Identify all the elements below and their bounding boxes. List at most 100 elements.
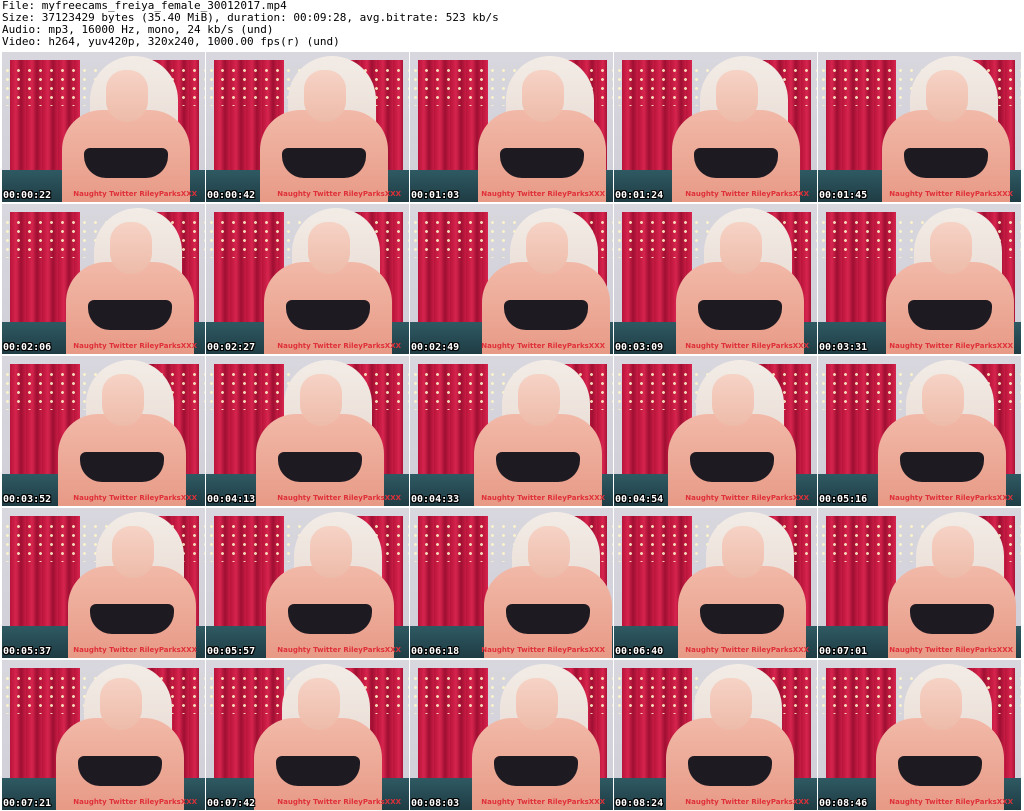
thumbnail-timestamp: 00:01:45 xyxy=(819,190,868,201)
person-figure xyxy=(2,660,199,810)
face xyxy=(516,678,558,730)
watermark-text: Naughty Twitter RileyParksXXX xyxy=(277,646,401,654)
video-thumbnail[interactable]: Naughty Twitter RileyParksXXX 00:06:18 xyxy=(410,508,613,658)
face xyxy=(528,526,570,578)
watermark-text: Naughty Twitter RileyParksXXX xyxy=(685,646,809,654)
person-figure xyxy=(2,356,201,506)
video-info-line: Video: h264, yuv420p, 320x240, 1000.00 f… xyxy=(2,35,340,48)
video-thumbnail[interactable]: Naughty Twitter RileyParksXXX 00:00:42 xyxy=(206,52,409,202)
thumbnail-timestamp: 00:01:03 xyxy=(411,190,460,201)
person-figure xyxy=(614,660,809,810)
face xyxy=(930,222,972,274)
face xyxy=(100,678,142,730)
video-thumbnail[interactable]: Naughty Twitter RileyParksXXX 00:04:33 xyxy=(410,356,613,506)
face xyxy=(522,70,564,122)
video-thumbnail[interactable]: Naughty Twitter RileyParksXXX 00:08:03 xyxy=(410,660,613,810)
video-thumbnail[interactable]: Naughty Twitter RileyParksXXX 00:08:24 xyxy=(614,660,817,810)
watermark-text: Naughty Twitter RileyParksXXX xyxy=(481,342,605,350)
person-figure xyxy=(828,508,1021,658)
watermark-text: Naughty Twitter RileyParksXXX xyxy=(889,798,1013,806)
thumbnail-timestamp: 00:01:24 xyxy=(615,190,664,201)
thumbnail-timestamp: 00:08:24 xyxy=(615,798,664,809)
video-thumbnail[interactable]: Naughty Twitter RileyParksXXX 00:02:27 xyxy=(206,204,409,354)
person-figure xyxy=(418,52,613,202)
watermark-text: Naughty Twitter RileyParksXXX xyxy=(73,342,197,350)
clothing xyxy=(494,756,578,786)
face xyxy=(308,222,350,274)
clothing xyxy=(90,604,174,634)
person-figure xyxy=(206,52,403,202)
watermark-text: Naughty Twitter RileyParksXXX xyxy=(73,646,197,654)
clothing xyxy=(690,452,774,482)
video-thumbnail[interactable]: Naughty Twitter RileyParksXXX 00:05:57 xyxy=(206,508,409,658)
thumbnail-timestamp: 00:08:46 xyxy=(819,798,868,809)
clothing xyxy=(278,452,362,482)
person-figure xyxy=(6,204,205,354)
person-figure xyxy=(424,508,613,658)
thumbnail-timestamp: 00:02:06 xyxy=(3,342,52,353)
clothing xyxy=(506,604,590,634)
face xyxy=(710,678,752,730)
face xyxy=(932,526,974,578)
face xyxy=(112,526,154,578)
face xyxy=(298,678,340,730)
thumbnail-timestamp: 00:07:42 xyxy=(207,798,256,809)
person-figure xyxy=(822,52,1021,202)
person-figure xyxy=(616,204,817,354)
clothing xyxy=(78,756,162,786)
thumbnail-timestamp: 00:05:57 xyxy=(207,646,256,657)
person-figure xyxy=(206,204,407,354)
person-figure xyxy=(206,356,399,506)
face xyxy=(926,70,968,122)
watermark-text: Naughty Twitter RileyParksXXX xyxy=(73,494,197,502)
person-figure xyxy=(8,508,205,658)
watermark-text: Naughty Twitter RileyParksXXX xyxy=(277,494,401,502)
watermark-text: Naughty Twitter RileyParksXXX xyxy=(685,494,809,502)
person-figure xyxy=(414,356,613,506)
video-thumbnail[interactable]: Naughty Twitter RileyParksXXX 00:03:52 xyxy=(2,356,205,506)
face xyxy=(920,678,962,730)
video-thumbnail[interactable]: Naughty Twitter RileyParksXXX 00:03:09 xyxy=(614,204,817,354)
person-figure xyxy=(206,508,409,658)
thumbnail-timestamp: 00:05:16 xyxy=(819,494,868,505)
thumbnail-grid: Naughty Twitter RileyParksXXX 00:00:22 Nau… xyxy=(2,52,1022,810)
video-thumbnail[interactable]: Naughty Twitter RileyParksXXX 00:04:13 xyxy=(206,356,409,506)
person-figure xyxy=(614,356,811,506)
clothing xyxy=(698,300,782,330)
thumbnail-timestamp: 00:05:37 xyxy=(3,646,52,657)
thumbnail-timestamp: 00:06:40 xyxy=(615,646,664,657)
video-thumbnail[interactable]: Naughty Twitter RileyParksXXX 00:01:45 xyxy=(818,52,1021,202)
video-thumbnail[interactable]: Naughty Twitter RileyParksXXX 00:03:31 xyxy=(818,204,1021,354)
video-thumbnail[interactable]: Naughty Twitter RileyParksXXX 00:05:37 xyxy=(2,508,205,658)
thumbnail-timestamp: 00:04:54 xyxy=(615,494,664,505)
video-thumbnail[interactable]: Naughty Twitter RileyParksXXX 00:04:54 xyxy=(614,356,817,506)
watermark-text: Naughty Twitter RileyParksXXX xyxy=(889,190,1013,198)
video-thumbnail[interactable]: Naughty Twitter RileyParksXXX 00:07:01 xyxy=(818,508,1021,658)
face xyxy=(304,70,346,122)
video-thumbnail[interactable]: Naughty Twitter RileyParksXXX 00:05:16 xyxy=(818,356,1021,506)
video-thumbnail[interactable]: Naughty Twitter RileyParksXXX 00:02:49 xyxy=(410,204,613,354)
video-thumbnail[interactable]: Naughty Twitter RileyParksXXX 00:07:42 xyxy=(206,660,409,810)
clothing xyxy=(288,604,372,634)
video-thumbnail[interactable]: Naughty Twitter RileyParksXXX 00:07:21 xyxy=(2,660,205,810)
watermark-text: Naughty Twitter RileyParksXXX xyxy=(889,494,1013,502)
thumbnail-timestamp: 00:08:03 xyxy=(411,798,460,809)
face xyxy=(106,70,148,122)
watermark-text: Naughty Twitter RileyParksXXX xyxy=(481,646,605,654)
watermark-text: Naughty Twitter RileyParksXXX xyxy=(277,190,401,198)
video-thumbnail[interactable]: Naughty Twitter RileyParksXXX 00:02:06 xyxy=(2,204,205,354)
watermark-text: Naughty Twitter RileyParksXXX xyxy=(889,646,1013,654)
video-thumbnail[interactable]: Naughty Twitter RileyParksXXX 00:00:22 xyxy=(2,52,205,202)
person-figure xyxy=(826,204,1021,354)
face xyxy=(716,70,758,122)
video-thumbnail[interactable]: Naughty Twitter RileyParksXXX 00:08:46 xyxy=(818,660,1021,810)
video-thumbnail[interactable]: Naughty Twitter RileyParksXXX 00:01:03 xyxy=(410,52,613,202)
video-thumbnail[interactable]: Naughty Twitter RileyParksXXX 00:06:40 xyxy=(614,508,817,658)
video-thumbnail[interactable]: Naughty Twitter RileyParksXXX 00:01:24 xyxy=(614,52,817,202)
clothing xyxy=(910,604,994,634)
watermark-text: Naughty Twitter RileyParksXXX xyxy=(685,798,809,806)
clothing xyxy=(88,300,172,330)
clothing xyxy=(700,604,784,634)
person-figure xyxy=(2,52,205,202)
clothing xyxy=(500,148,584,178)
